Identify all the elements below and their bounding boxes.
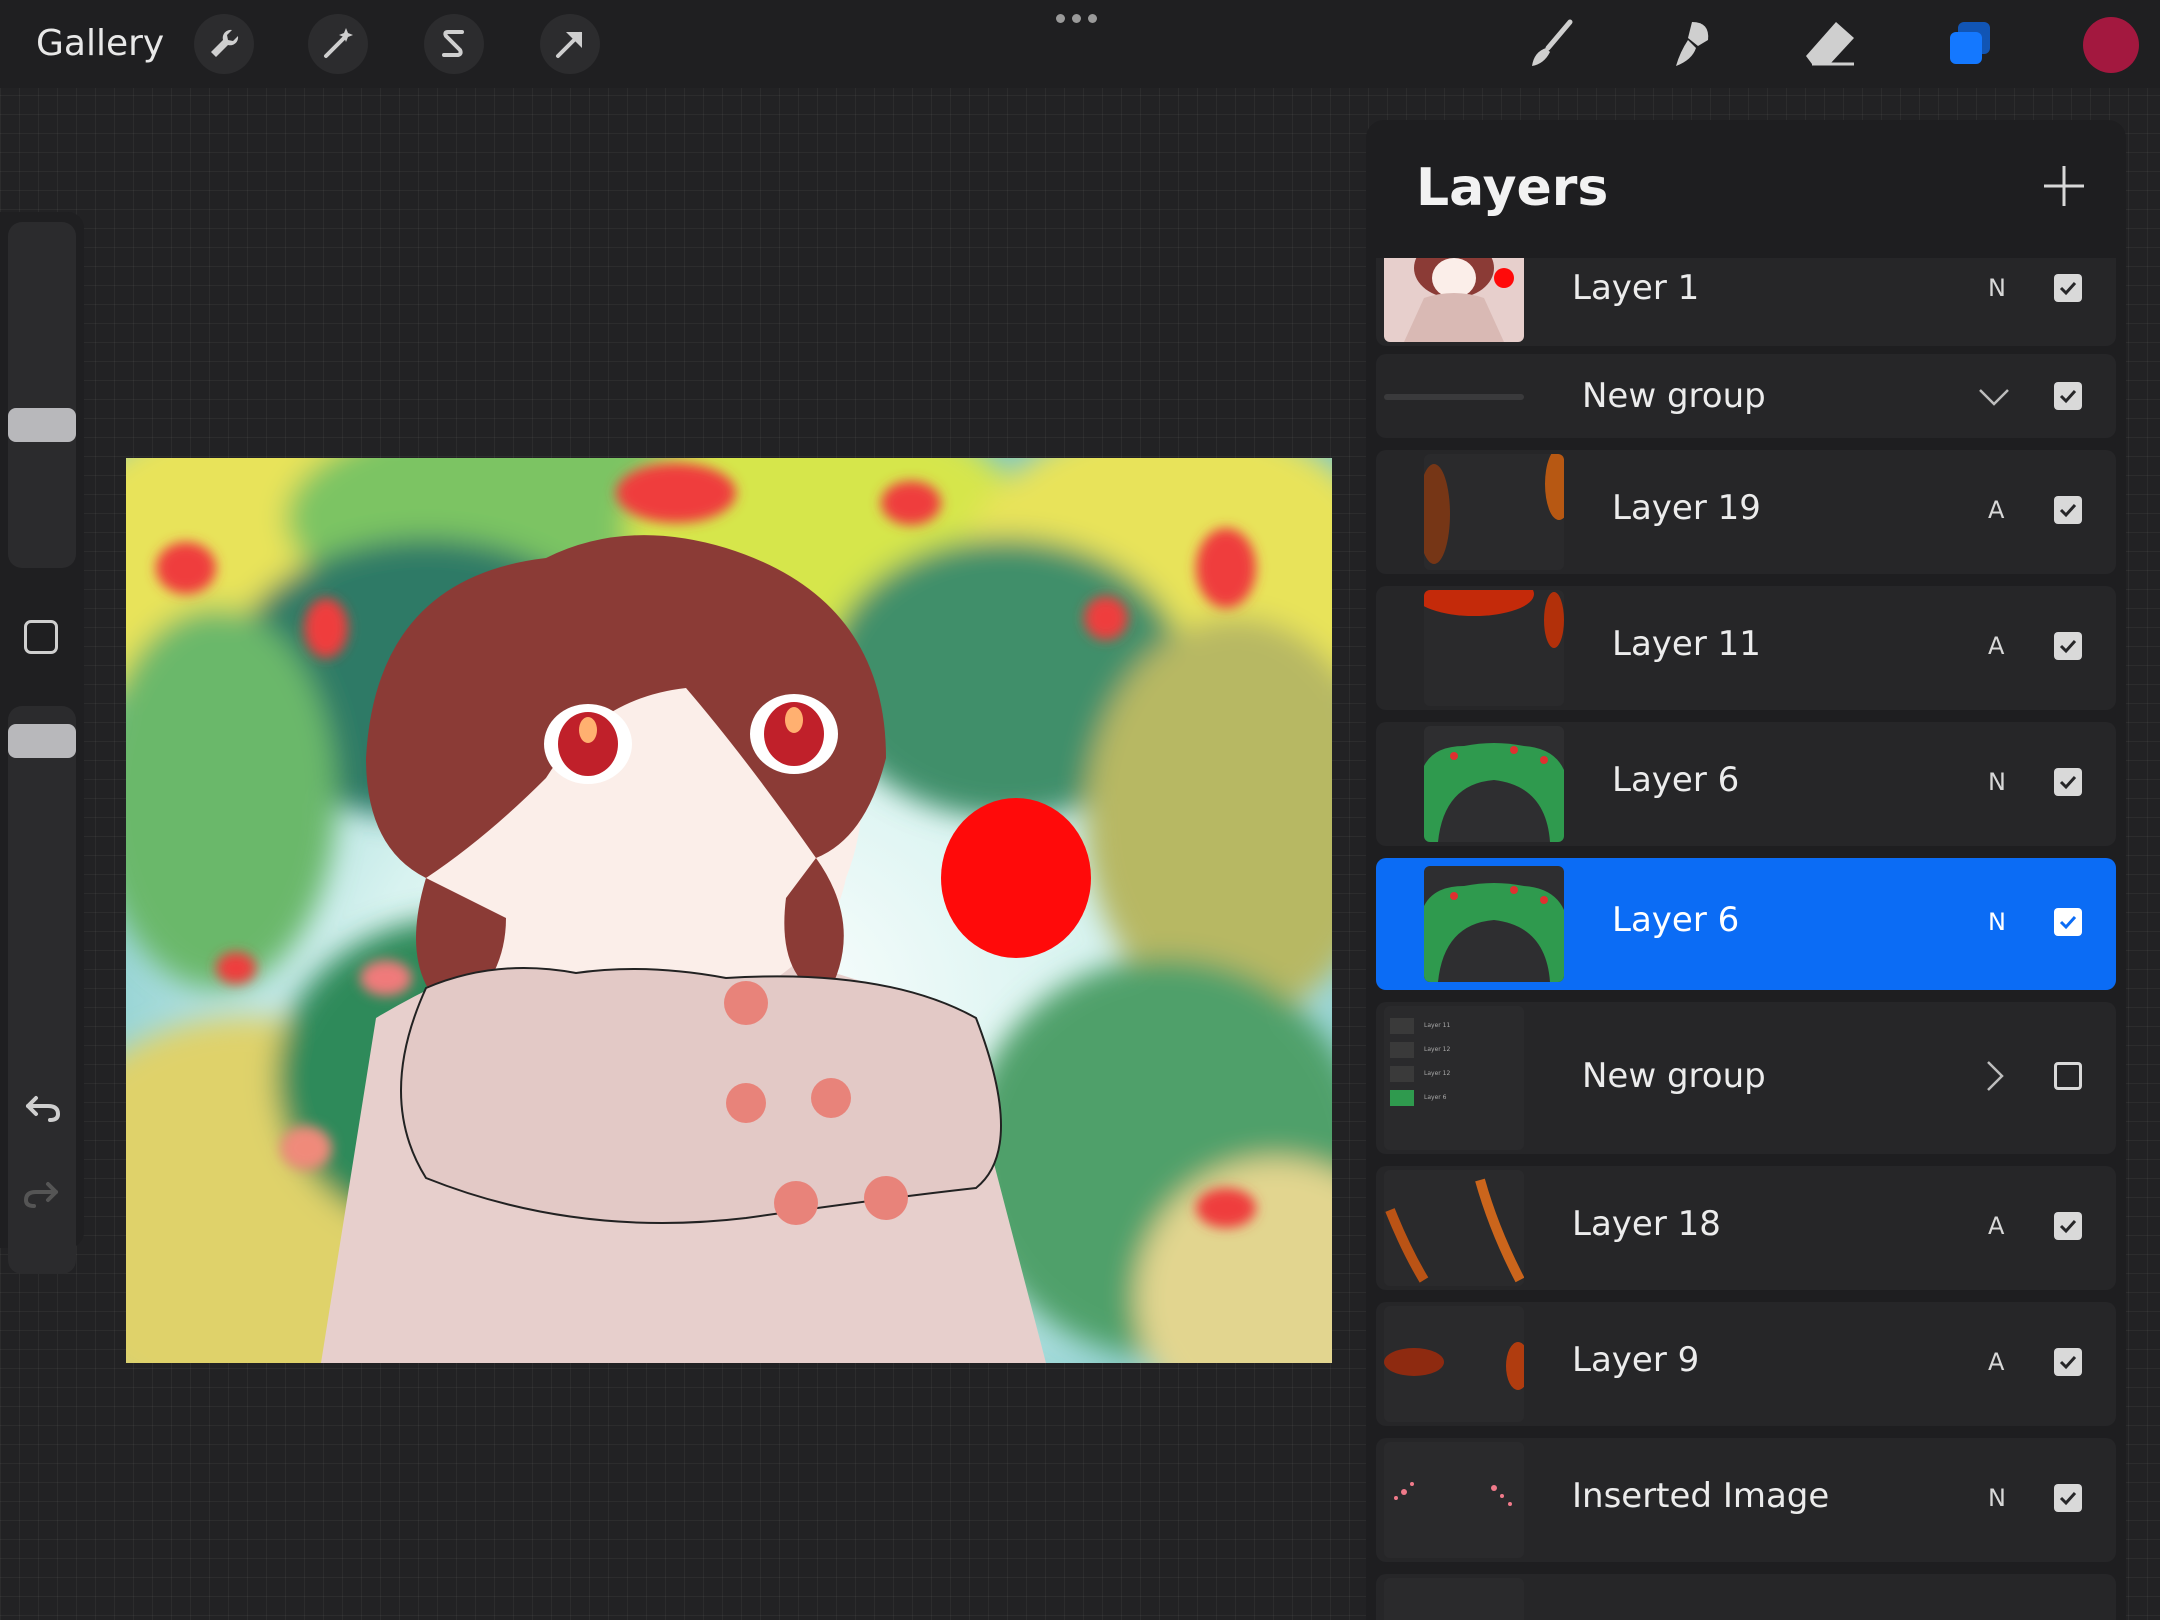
visibility-checkbox[interactable] [2054, 274, 2082, 302]
visibility-checkbox[interactable] [2054, 1212, 2082, 1240]
layer-name: Inserted Image [1572, 1476, 1830, 1516]
layer-thumbnail [1424, 866, 1564, 982]
layer-row[interactable] [1376, 1574, 2116, 1620]
blend-mode[interactable]: A [1988, 1348, 2004, 1376]
chevron-down-icon[interactable] [1976, 378, 2012, 414]
group-thumbnail [1384, 394, 1524, 400]
selection-icon[interactable] [424, 14, 484, 74]
group-name: New group [1582, 1056, 1766, 1096]
visibility-checkbox[interactable] [2054, 632, 2082, 660]
layer-thumbnail [1384, 1306, 1524, 1422]
layer-group-row[interactable]: Layer 11 Layer 12 Layer 12 Layer 6 New g… [1376, 1002, 2116, 1154]
redo-icon[interactable] [18, 1170, 66, 1218]
brush-icon[interactable] [1518, 10, 1586, 78]
layer-name: Layer 1 [1572, 268, 1700, 308]
layer-name: Layer 6 [1612, 900, 1740, 940]
layer-row[interactable]: Layer 6 N [1376, 722, 2116, 846]
layers-list: Layer 1 N New group Layer 19 A Layer 11 [1376, 258, 2124, 1620]
layer-thumbnail [1424, 590, 1564, 706]
layer-thumbnail [1424, 726, 1564, 842]
blend-mode[interactable]: A [1988, 496, 2004, 524]
brush-size-thumb[interactable] [8, 408, 76, 442]
layer-row-selected[interactable]: Layer 6 N [1376, 858, 2116, 990]
magic-wand-icon[interactable] [308, 14, 368, 74]
layer-row[interactable]: Layer 11 A [1376, 586, 2116, 710]
layer-row[interactable]: Layer 1 N [1376, 258, 2116, 346]
chevron-right-icon[interactable] [1976, 1058, 2012, 1094]
wrench-icon[interactable] [194, 14, 254, 74]
blend-mode[interactable]: N [1988, 1484, 2006, 1512]
add-layer-icon[interactable] [2042, 164, 2086, 208]
drawing-canvas[interactable] [126, 458, 1332, 1363]
layers-panel: Layers Layer 1 N New group Layer 19 A La… [1366, 120, 2126, 1620]
group-thumbnail: Layer 11 Layer 12 Layer 12 Layer 6 [1384, 1006, 1524, 1150]
layer-group-row[interactable]: New group [1376, 354, 2116, 438]
visibility-checkbox[interactable] [2054, 1062, 2082, 1090]
smudge-icon[interactable] [1656, 10, 1724, 78]
left-sidebar [0, 212, 84, 1274]
layer-name: Layer 18 [1572, 1204, 1721, 1244]
layer-name: Layer 6 [1612, 760, 1740, 800]
layer-row[interactable]: Inserted Image N [1376, 1438, 2116, 1562]
layer-thumbnail [1384, 1578, 1524, 1620]
blend-mode[interactable]: N [1988, 274, 2006, 302]
visibility-checkbox[interactable] [2054, 382, 2082, 410]
layer-row[interactable]: Layer 18 A [1376, 1166, 2116, 1290]
layer-thumbnail [1384, 1170, 1524, 1286]
visibility-checkbox[interactable] [2054, 496, 2082, 524]
undo-icon[interactable] [18, 1084, 66, 1132]
gallery-button[interactable]: Gallery [36, 20, 164, 68]
visibility-checkbox[interactable] [2054, 908, 2082, 936]
blend-mode[interactable]: N [1988, 908, 2006, 936]
opacity-thumb[interactable] [8, 724, 76, 758]
layer-thumbnail [1384, 258, 1524, 342]
blend-mode[interactable]: A [1988, 1212, 2004, 1240]
modify-button[interactable] [24, 620, 58, 654]
visibility-checkbox[interactable] [2054, 1484, 2082, 1512]
eraser-icon[interactable] [1796, 10, 1864, 78]
transform-arrow-icon[interactable] [540, 14, 600, 74]
layer-name: Layer 11 [1612, 624, 1761, 664]
blend-mode[interactable]: N [1988, 768, 2006, 796]
layer-name: Layer 19 [1612, 488, 1761, 528]
layer-thumbnail [1424, 454, 1564, 570]
layer-name: Layer 9 [1572, 1340, 1700, 1380]
more-options-icon[interactable] [1056, 14, 1097, 23]
blend-mode[interactable]: A [1988, 632, 2004, 660]
color-picker-swatch[interactable] [2083, 17, 2139, 73]
group-name: New group [1582, 376, 1766, 416]
layer-row[interactable]: Layer 9 A [1376, 1302, 2116, 1426]
layer-row[interactable]: Layer 19 A [1376, 450, 2116, 574]
visibility-checkbox[interactable] [2054, 768, 2082, 796]
artwork-illustration [126, 458, 1332, 1363]
layers-panel-title: Layers [1416, 158, 1609, 218]
visibility-checkbox[interactable] [2054, 1348, 2082, 1376]
top-toolbar: Gallery [0, 0, 2160, 88]
brush-size-slider[interactable] [8, 222, 76, 568]
layer-thumbnail [1384, 1442, 1524, 1558]
layers-icon[interactable] [1936, 10, 2004, 78]
